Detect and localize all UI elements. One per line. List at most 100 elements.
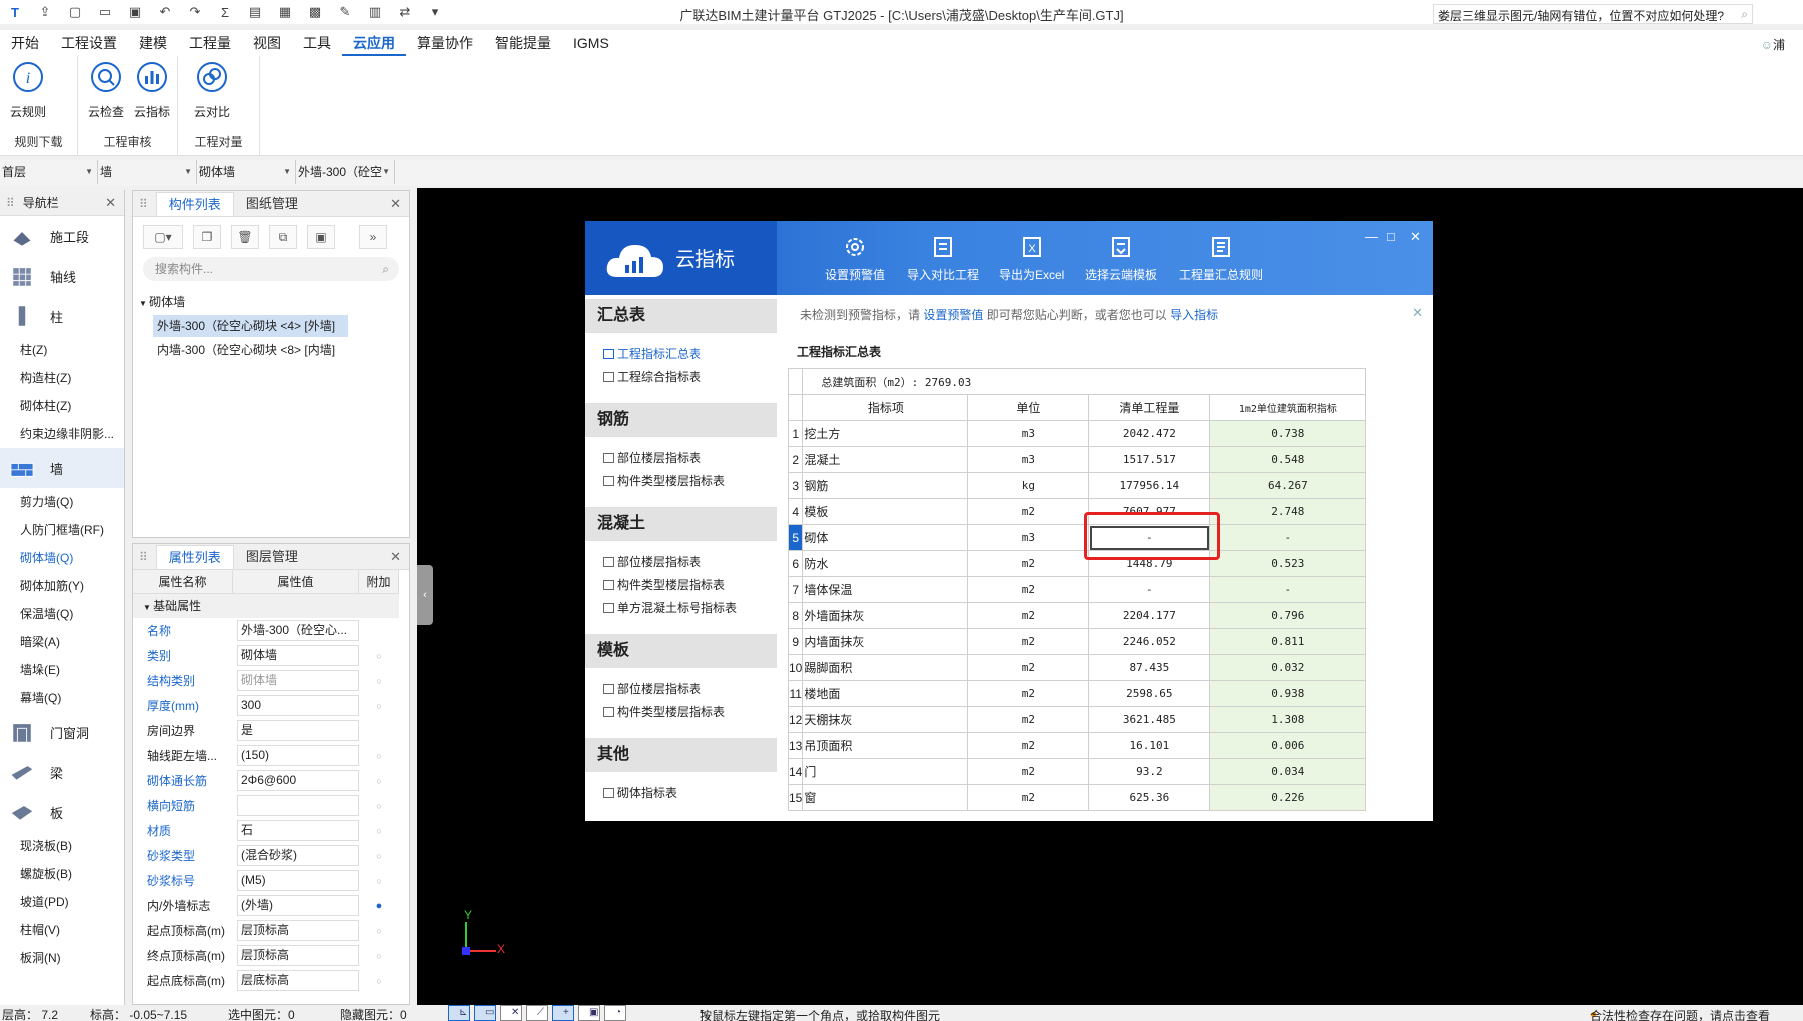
drag-handle-icon[interactable]: ⠿: [6, 196, 15, 210]
tab-layer-management[interactable]: 图层管理: [234, 545, 310, 569]
menu-item[interactable]: 建模: [128, 30, 178, 56]
property-value-field[interactable]: (M5): [237, 870, 359, 891]
tab-component-list[interactable]: 构件列表: [155, 192, 234, 216]
nav-category[interactable]: 施工段: [0, 216, 124, 256]
table-row[interactable]: 4 模板 m2 7607.977 2.748: [787, 498, 1367, 525]
add-checkbox[interactable]: ○: [359, 926, 399, 936]
nav-subitem[interactable]: 坡道(PD): [0, 888, 124, 916]
table-row[interactable]: 5 砌体 m3- -: [787, 524, 1367, 551]
nav-subitem[interactable]: 柱(Z): [0, 336, 124, 364]
import-compare-button[interactable]: 导入对比工程: [907, 235, 979, 283]
table-row[interactable]: 10 踢脚面积 m2 87.435 0.032: [787, 654, 1367, 681]
row-number[interactable]: 13: [787, 732, 804, 759]
table-row[interactable]: 2 混凝土 m3 1517.517 0.548: [787, 446, 1367, 473]
menu-item[interactable]: 工具: [292, 30, 342, 56]
sidebar-report-item[interactable]: 构件类型楼层指标表: [603, 470, 777, 493]
table-row[interactable]: 9 内墙面抹灰 m2 2246.052 0.811: [787, 628, 1367, 655]
menu-item[interactable]: 智能提量: [484, 30, 562, 56]
nav-subitem[interactable]: 砌体墙(Q): [0, 544, 124, 572]
row-number[interactable]: 9: [787, 628, 804, 655]
save-icon[interactable]: ▣: [126, 4, 144, 20]
select-template-button[interactable]: 选择云端模板: [1085, 235, 1157, 283]
user-avatar[interactable]: ☺浦: [1761, 36, 1785, 53]
nav-subitem[interactable]: 现浇板(B): [0, 832, 124, 860]
search-icon[interactable]: ⌕: [1741, 7, 1748, 22]
property-value-field[interactable]: (外墙): [237, 895, 359, 916]
set-warning-link[interactable]: 设置预警值: [923, 308, 983, 322]
floor-select[interactable]: 首层 ▼: [0, 160, 98, 184]
add-checkbox[interactable]: ○: [359, 976, 399, 986]
add-checkbox[interactable]: ○: [359, 776, 399, 786]
sidebar-report-item[interactable]: 部位楼层指标表: [603, 551, 777, 574]
add-checkbox[interactable]: ○: [359, 876, 399, 886]
add-checkbox[interactable]: ○: [359, 701, 399, 711]
nav-subitem[interactable]: 砌体加筋(Y): [0, 572, 124, 600]
tree-group[interactable]: ▼ 砌体墙: [139, 291, 403, 313]
table-row[interactable]: 3 钢筋 kg 177956.14 64.267: [787, 472, 1367, 499]
minimize-icon[interactable]: —: [1365, 229, 1378, 244]
convert-icon[interactable]: ⇄: [396, 4, 414, 20]
add-checkbox[interactable]: ○: [359, 651, 399, 661]
close-icon[interactable]: ✕: [1410, 229, 1421, 245]
row-number[interactable]: 3: [787, 472, 804, 499]
add-checkbox[interactable]: ○: [359, 951, 399, 961]
nav-subitem[interactable]: 板洞(N): [0, 944, 124, 972]
nav-category[interactable]: 梁: [0, 752, 124, 792]
row-number[interactable]: 2: [787, 446, 804, 473]
grid-icon[interactable]: ▦: [276, 4, 294, 20]
row-number[interactable]: 1: [787, 420, 804, 447]
add-checkbox[interactable]: ○: [359, 851, 399, 861]
property-value-field[interactable]: 外墙-300（砼空心...: [237, 620, 359, 641]
duplicate-button[interactable]: ⧉: [269, 225, 297, 249]
menu-item[interactable]: 算量协作: [406, 30, 484, 56]
drag-handle-icon[interactable]: ⠿: [139, 197, 148, 211]
nav-subitem[interactable]: 构造柱(Z): [0, 364, 124, 392]
row-number[interactable]: 10: [787, 654, 804, 681]
sidebar-report-item[interactable]: 工程指标汇总表: [603, 343, 777, 366]
maximize-icon[interactable]: □: [1387, 229, 1395, 244]
new-component-button[interactable]: ▢▾: [143, 225, 183, 249]
menu-item[interactable]: 工程量: [178, 30, 242, 56]
row-number[interactable]: 8: [787, 602, 804, 629]
table-row[interactable]: 1 挖土方 m3 2042.472 0.738: [787, 420, 1367, 447]
expand-toolbar-button[interactable]: »: [359, 225, 387, 249]
property-value-field[interactable]: (混合砂浆): [237, 845, 359, 866]
add-checkbox[interactable]: ○: [359, 826, 399, 836]
screen-button[interactable]: ▣: [578, 1005, 600, 1021]
property-value-field[interactable]: 2Φ6@600: [237, 770, 359, 791]
property-value-field[interactable]: 层底标高: [237, 970, 359, 991]
property-section[interactable]: ▼ 基础属性: [133, 594, 399, 618]
nav-subitem[interactable]: 暗梁(A): [0, 628, 124, 656]
property-value-field[interactable]: 石: [237, 820, 359, 841]
category-select[interactable]: 墙 ▼: [98, 160, 197, 184]
nav-category[interactable]: 轴线: [0, 256, 124, 296]
copy-component-button[interactable]: ❐: [193, 225, 221, 249]
row-number[interactable]: 14: [787, 758, 804, 785]
table-row[interactable]: 12 天棚抹灰 m2 3621.485 1.308: [787, 706, 1367, 733]
nav-subitem[interactable]: 墙垛(E): [0, 656, 124, 684]
delete-component-button[interactable]: 🗑: [231, 225, 259, 249]
close-icon[interactable]: ✕: [1412, 305, 1423, 321]
sidebar-report-item[interactable]: 单方混凝土标号指标表: [603, 597, 777, 620]
table-row[interactable]: 13 吊顶面积 m2 16.101 0.006: [787, 732, 1367, 759]
sidebar-report-item[interactable]: 部位楼层指标表: [603, 678, 777, 701]
tab-drawing-management[interactable]: 图纸管理: [234, 192, 310, 216]
nav-category[interactable]: 墙: [0, 448, 124, 488]
app-logo-icon[interactable]: T: [6, 5, 24, 20]
nav-subitem[interactable]: 柱帽(V): [0, 916, 124, 944]
tab-property-list[interactable]: 属性列表: [155, 545, 234, 569]
orbit-button[interactable]: ◔: [604, 1005, 626, 1021]
row-number[interactable]: 6: [787, 550, 804, 577]
table-row[interactable]: 6 防水 m2 1448.79 0.523: [787, 550, 1367, 577]
menu-item[interactable]: 视图: [242, 30, 292, 56]
cross-select-button[interactable]: ✕: [500, 1005, 522, 1021]
menu-item[interactable]: 工程设置: [50, 30, 128, 56]
add-checkbox[interactable]: ○: [359, 751, 399, 761]
edit-icon[interactable]: ✎: [336, 4, 354, 20]
redo-icon[interactable]: ↷: [186, 4, 204, 20]
ruler-icon[interactable]: ▥: [366, 4, 384, 20]
layers-icon[interactable]: ▩: [306, 4, 324, 20]
nav-subitem[interactable]: 约束边缘非阴影...: [0, 420, 124, 448]
component-select[interactable]: 外墙-300（砼空 ▼: [296, 160, 395, 184]
layer-copy-button[interactable]: ▣: [307, 225, 335, 249]
